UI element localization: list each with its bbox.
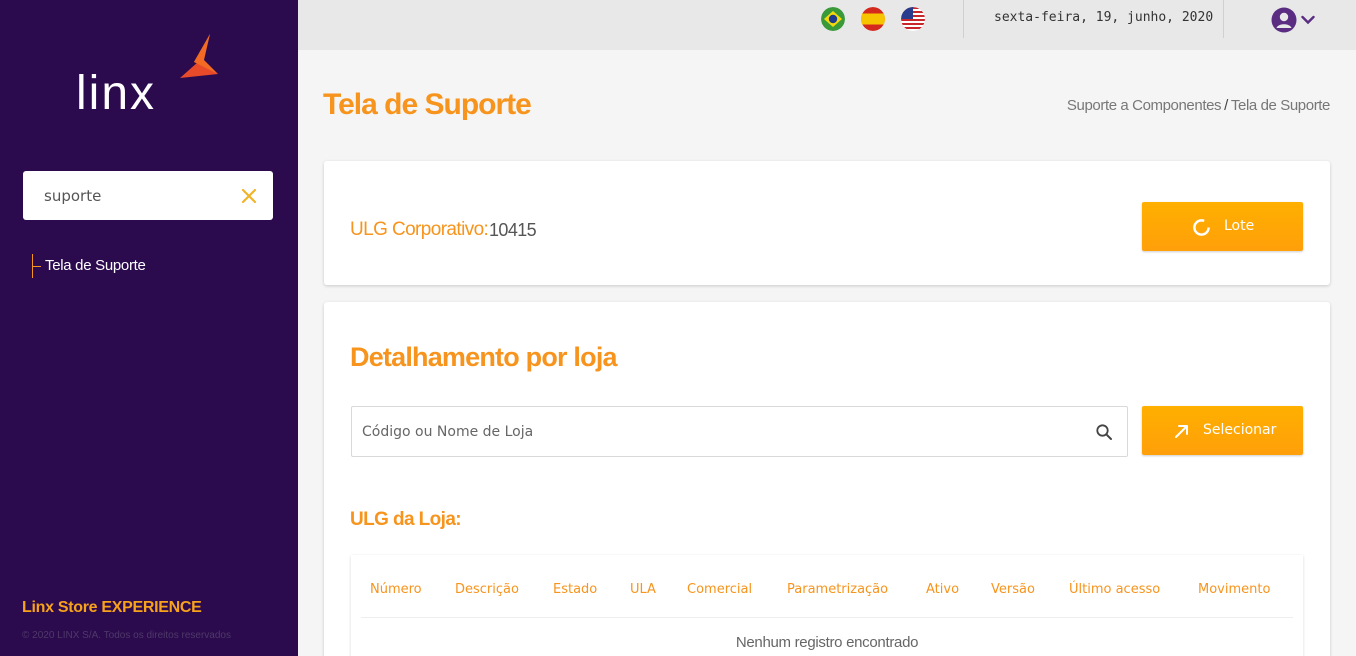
lote-button-label: Lote (1224, 218, 1255, 234)
user-menu-button[interactable] (1271, 6, 1315, 34)
store-ulg-label: ULG da Loja: (350, 509, 462, 530)
chevron-down-icon (1301, 15, 1315, 25)
store-search-input[interactable] (352, 407, 1082, 456)
column-header-versao[interactable]: Versão (991, 582, 1035, 597)
select-button[interactable]: Selecionar (1142, 406, 1303, 455)
lote-button[interactable]: Lote (1142, 202, 1303, 251)
copyright-text: © 2020 LINX S/A. Todos os direitos reser… (22, 630, 231, 641)
column-header-ula[interactable]: ULA (630, 582, 656, 597)
select-button-label: Selecionar (1203, 422, 1277, 438)
flag-brazil-icon[interactable] (821, 7, 845, 31)
topbar: sexta-feira, 19, junho, 2020 (298, 0, 1356, 50)
arrow-up-right-icon (1175, 425, 1188, 438)
corporate-card: ULG Corporativo: 10415 Lote (324, 161, 1330, 285)
breadcrumb-current: Tela de Suporte (1230, 97, 1330, 114)
table-header-divider (361, 617, 1293, 618)
empty-table-message: Nenhum registro encontrado (735, 634, 919, 651)
search-icon[interactable] (1095, 423, 1113, 441)
sidebar: linx Tela de Suporte Linx Store EXPERIEN… (0, 0, 298, 656)
column-header-parametrizacao[interactable]: Parametrização (787, 582, 888, 597)
flag-spain-icon[interactable] (861, 7, 885, 31)
linx-logo[interactable]: linx (76, 32, 226, 122)
ulg-corporate-label: ULG Corporativo: (350, 219, 489, 240)
sidebar-search-input[interactable] (23, 171, 233, 220)
section-title: Detalhamento por loja (350, 342, 618, 372)
column-header-comercial[interactable]: Comercial (687, 582, 752, 597)
topbar-divider (963, 0, 964, 38)
sidebar-item-tela-de-suporte[interactable]: Tela de Suporte (32, 254, 146, 278)
clear-icon[interactable] (239, 186, 259, 206)
current-date: sexta-feira, 19, junho, 2020 (994, 10, 1214, 25)
column-header-ultimo-acesso[interactable]: Último acesso (1069, 582, 1160, 597)
store-table: Número Descrição Estado ULA Comercial Pa… (351, 555, 1303, 656)
column-header-estado[interactable]: Estado (553, 582, 597, 597)
breadcrumb-parent[interactable]: Suporte a Componentes (1067, 97, 1222, 114)
flag-usa-icon[interactable] (901, 7, 925, 31)
column-header-ativo[interactable]: Ativo (926, 582, 959, 597)
column-header-numero[interactable]: Número (370, 582, 422, 597)
logo-text: linx (76, 67, 157, 120)
loading-spinner-icon (1193, 219, 1210, 236)
breadcrumb: Suporte a Componentes / Tela de Suporte (1067, 97, 1330, 114)
topbar-divider (1223, 0, 1224, 38)
brand-name: Linx Store EXPERIENCE (22, 599, 202, 616)
breadcrumb-separator: / (1224, 97, 1228, 114)
column-header-movimento[interactable]: Movimento (1198, 582, 1270, 597)
store-details-card: Detalhamento por loja Selecionar ULG da … (324, 302, 1330, 656)
sidebar-search-box (23, 171, 273, 220)
page-title: Tela de Suporte (323, 88, 532, 121)
store-search-box (351, 406, 1128, 457)
user-avatar-icon (1271, 7, 1297, 33)
sidebar-item-label: Tela de Suporte (45, 257, 146, 274)
ulg-corporate-value: 10415 (489, 220, 537, 240)
logo-mark-icon (180, 34, 218, 78)
column-header-descricao[interactable]: Descrição (455, 582, 519, 597)
